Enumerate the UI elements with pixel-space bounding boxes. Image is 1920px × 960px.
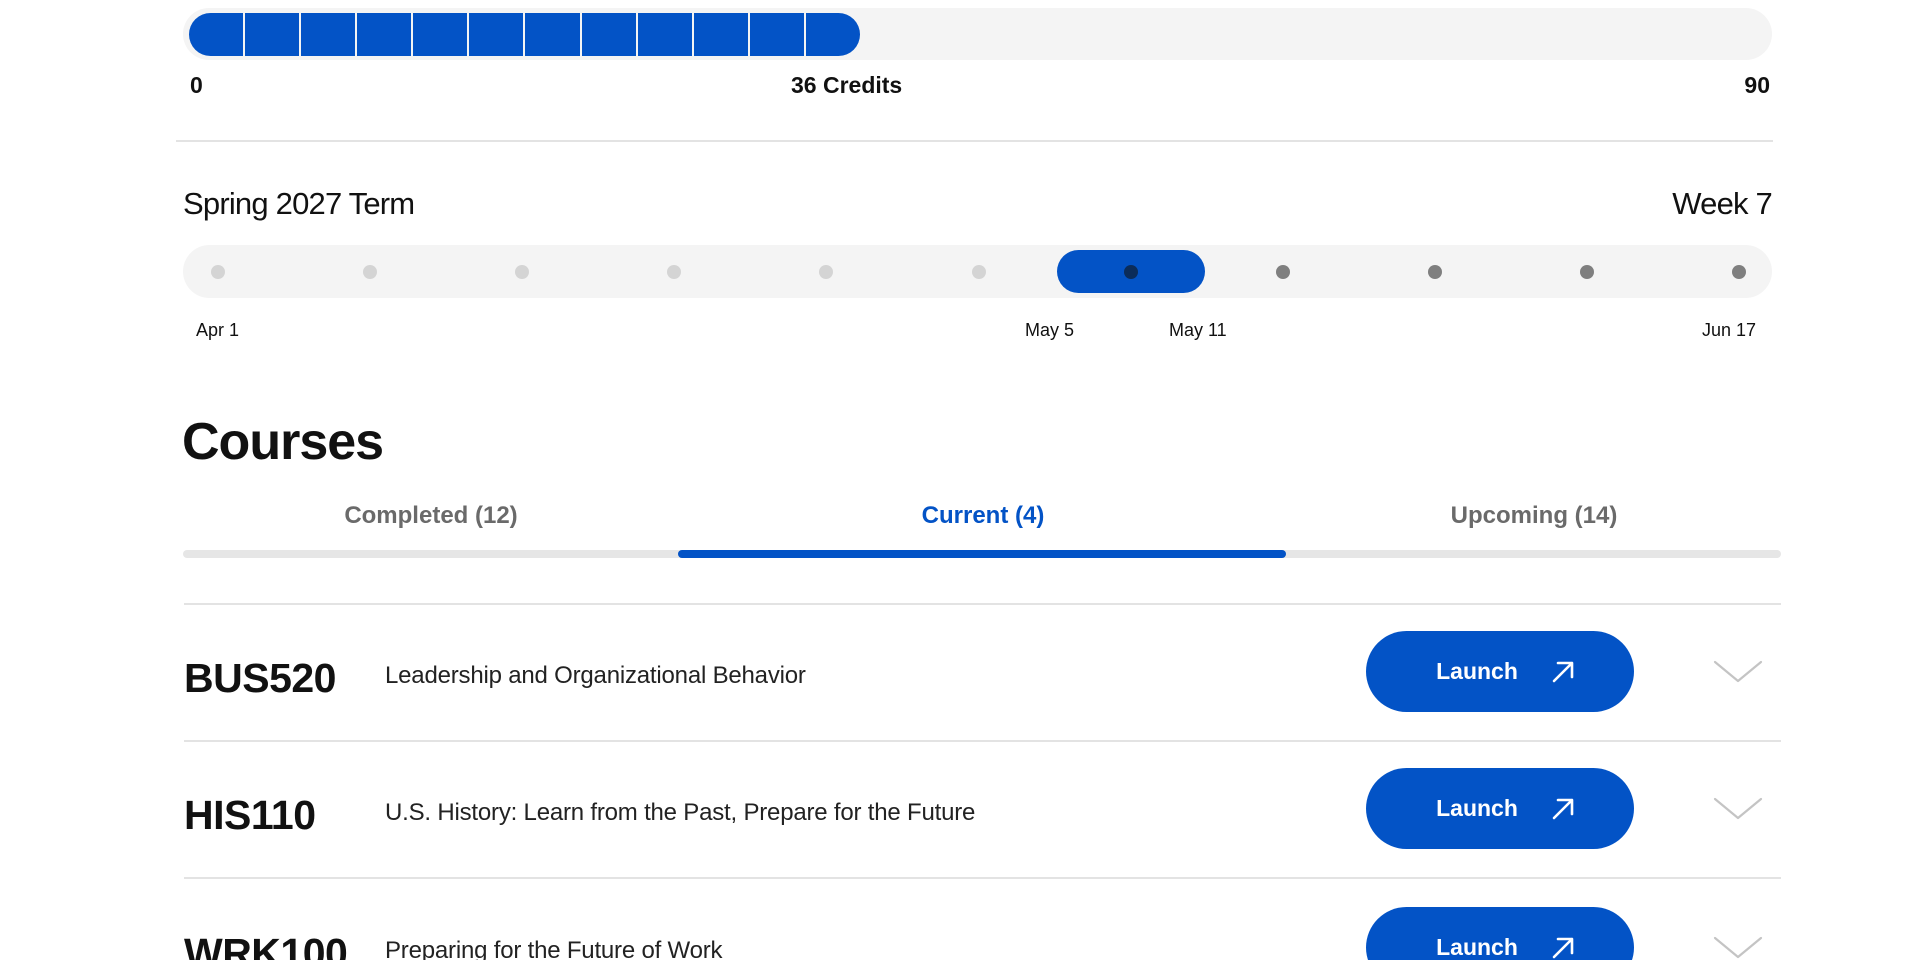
chevron-down-icon[interactable] (1713, 796, 1763, 822)
arrow-up-right-icon (1552, 661, 1574, 682)
tab-current[interactable]: Current (4) (679, 502, 1287, 530)
arrow-up-right-icon (1552, 798, 1574, 819)
list-divider (184, 877, 1781, 879)
course-code: BUS520 (184, 655, 336, 701)
credits-progress-segment (581, 13, 636, 56)
timeline-date-week-end: May 11 (1169, 320, 1227, 340)
tab-completed[interactable]: Completed (12) (183, 502, 679, 530)
week-marker-7 (1123, 265, 1138, 279)
launch-button[interactable]: Launch (1366, 768, 1634, 849)
list-divider (184, 603, 1781, 605)
timeline-date-start: Apr 1 (196, 320, 240, 340)
week-marker-10 (1579, 265, 1594, 279)
launch-button-label: Launch (1436, 934, 1518, 960)
credits-progress-segment (301, 13, 356, 56)
course-code: WRK100 (184, 930, 348, 960)
credits-progress-segment (245, 13, 300, 56)
credits-progress-segment (525, 13, 580, 56)
course-name: U.S. History: Learn from the Past, Prepa… (385, 799, 976, 826)
tab-upcoming[interactable]: Upcoming (14) (1287, 502, 1781, 530)
chevron-down-icon[interactable] (1713, 935, 1763, 960)
course-name: Preparing for the Future of Work (385, 937, 723, 960)
credits-progress-fill (189, 13, 860, 56)
credits-progress-segment (805, 13, 860, 56)
week-marker-9 (1427, 265, 1442, 279)
launch-button-label: Launch (1436, 795, 1518, 821)
credits-progress-segment (693, 13, 748, 56)
week-marker-8 (1275, 265, 1290, 279)
arrow-up-right-icon (1552, 937, 1574, 958)
term-week-label: Week 7 (1672, 186, 1773, 221)
degree-progress-page: 0 36 Credits 90 Spring 2027 Term Week 7 … (0, 0, 1920, 960)
week-marker-6 (971, 265, 986, 279)
credits-progress-segment (637, 13, 692, 56)
credits-progress-segment (469, 13, 524, 56)
launch-button[interactable]: Launch (1366, 907, 1634, 960)
launch-button[interactable]: Launch (1366, 631, 1634, 712)
credits-min-label: 0 (190, 72, 203, 98)
course-name: Leadership and Organizational Behavior (385, 662, 806, 689)
launch-button-label: Launch (1436, 658, 1518, 684)
timeline-date-end: Jun 17 (1702, 320, 1757, 340)
list-divider (184, 740, 1781, 742)
course-code: HIS110 (184, 792, 316, 838)
chevron-down-icon[interactable] (1713, 659, 1763, 685)
courses-heading: Courses (182, 413, 384, 471)
timeline-date-week-start: May 5 (1025, 320, 1075, 340)
week-marker-1 (211, 265, 225, 279)
week-marker-11 (1732, 265, 1746, 279)
credits-progress-segment (413, 13, 468, 56)
credits-current-label: 36 Credits (791, 72, 903, 98)
term-title: Spring 2027 Term (183, 186, 415, 221)
week-marker-2 (363, 265, 378, 279)
credits-progress-segment (749, 13, 804, 56)
section-divider (176, 140, 1773, 142)
credits-max-label: 90 (1744, 72, 1770, 98)
credits-progress-segment (189, 13, 244, 56)
active-tab-indicator (678, 550, 1286, 558)
credits-progress-segment (357, 13, 412, 56)
